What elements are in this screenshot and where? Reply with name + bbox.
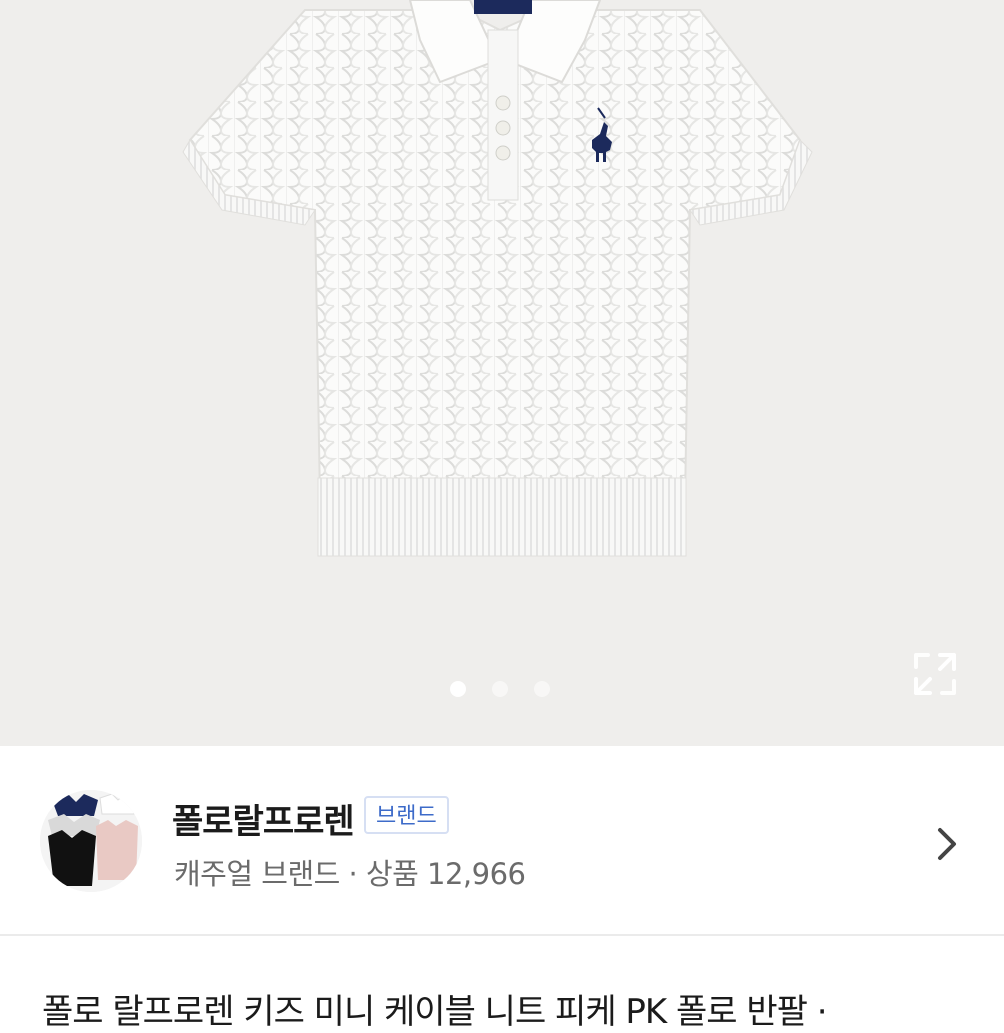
expand-icon[interactable] xyxy=(912,651,958,697)
brand-badge: 브랜드 xyxy=(364,796,449,834)
carousel-pagination[interactable] xyxy=(450,681,550,697)
carousel-dot-2[interactable] xyxy=(492,681,508,697)
chevron-right-icon[interactable] xyxy=(934,826,960,862)
brand-name: 폴로랄프로렌 xyxy=(172,802,355,842)
product-image-carousel[interactable] xyxy=(0,0,1004,746)
brand-subtitle: 캐주얼 브랜드 · 상품 12,966 xyxy=(174,857,526,891)
carousel-dot-1[interactable] xyxy=(450,681,466,697)
brand-avatar-image xyxy=(40,790,142,892)
brand-avatar xyxy=(40,790,142,892)
carousel-dot-3[interactable] xyxy=(534,681,550,697)
brand-shop-link[interactable]: 폴로랄프로렌 브랜드 캐주얼 브랜드 · 상품 12,966 xyxy=(0,746,1004,936)
product-image xyxy=(182,0,813,557)
product-title: 폴로 랄프로렌 키즈 미니 케이블 니트 피케 PK 폴로 반팔 · xyxy=(42,992,828,1032)
